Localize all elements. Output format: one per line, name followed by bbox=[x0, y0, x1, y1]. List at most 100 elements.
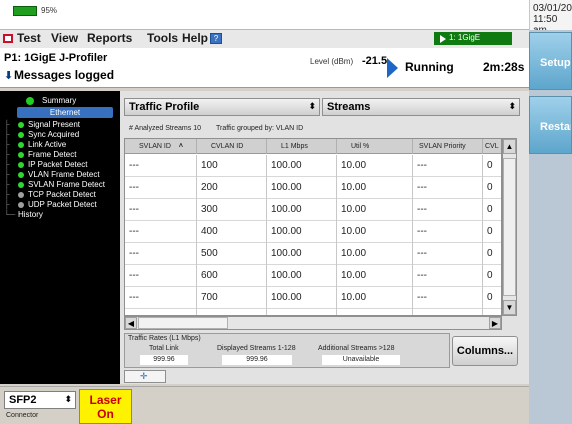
table-cell: --- bbox=[413, 265, 483, 287]
sidebar-item-label: IP Packet Detect bbox=[28, 160, 88, 169]
column-header[interactable]: SVLAN Priority bbox=[413, 139, 483, 154]
table-header: SVLAN ID ˄ CVLAN ID L1 Mbps Util % SVLAN … bbox=[125, 139, 501, 154]
table-cell: 10.00 bbox=[337, 155, 413, 177]
total-link-label: Total Link bbox=[149, 345, 179, 352]
table-cell: 0 bbox=[487, 270, 493, 281]
sidebar-item-label: Signal Present bbox=[28, 120, 81, 129]
table-cell: 0 bbox=[487, 292, 493, 303]
traffic-profile-select[interactable]: Traffic Profile ⬍ bbox=[124, 98, 320, 116]
sidebar-item-sync-acquired[interactable]: ├ Sync Acquired bbox=[4, 130, 79, 140]
horizontal-scroll-thumb[interactable] bbox=[138, 317, 228, 329]
streams-select[interactable]: Streams ⬍ bbox=[322, 98, 520, 116]
table-cell: --- bbox=[125, 287, 197, 309]
table-cell: 10.00 bbox=[337, 287, 413, 309]
scroll-right-icon[interactable]: ▶ bbox=[489, 317, 501, 329]
column-header[interactable]: Util % bbox=[337, 139, 413, 154]
displayed-streams-value: 999.96 bbox=[222, 355, 292, 365]
table-cell: 10.00 bbox=[337, 221, 413, 243]
table-cell: --- bbox=[125, 221, 197, 243]
sidebar-item-summary[interactable]: Summary bbox=[42, 96, 76, 105]
status-led-icon bbox=[18, 131, 24, 138]
menu-test[interactable]: Test bbox=[17, 31, 41, 45]
status-led-icon bbox=[18, 191, 24, 198]
table-row[interactable]: --- 100 100.00 10.00 --- 0 bbox=[125, 155, 501, 177]
sidebar-item-link-active[interactable]: ├ Link Active bbox=[4, 140, 66, 150]
laser-label: Laser bbox=[89, 393, 122, 407]
tree-branch-icon: ├ bbox=[4, 140, 10, 149]
status-led-icon bbox=[18, 141, 24, 148]
sidebar-item-signal-present[interactable]: ├ Signal Present bbox=[4, 120, 80, 130]
table-cell: --- bbox=[125, 309, 197, 315]
select-value: SFP2 bbox=[9, 394, 37, 406]
sidebar-item-label: VLAN Frame Detect bbox=[28, 170, 100, 179]
table-cell: 0 bbox=[487, 160, 493, 171]
table-cell: 100.00 bbox=[267, 177, 337, 199]
table-cell: 10.00 bbox=[337, 265, 413, 287]
table-cell: 400 bbox=[197, 221, 267, 243]
table-cell: 100.00 bbox=[267, 309, 337, 315]
table-cell: 100.00 bbox=[267, 287, 337, 309]
table-row[interactable]: --- 700 100.00 10.00 --- 0 bbox=[125, 287, 501, 309]
help-book-icon[interactable]: ? bbox=[210, 33, 222, 44]
laser-toggle-button[interactable]: Laser On bbox=[79, 389, 132, 424]
table-row[interactable]: --- 400 100.00 10.00 --- 0 bbox=[125, 221, 501, 243]
column-header-label: SVLAN ID bbox=[139, 143, 171, 150]
restart-button[interactable]: Restart bbox=[529, 96, 572, 154]
table-cell: 0 bbox=[487, 182, 493, 193]
messages-logged[interactable]: Messages logged bbox=[14, 68, 114, 82]
table-cell: 500 bbox=[197, 243, 267, 265]
date-label: 03/01/2010 bbox=[533, 3, 572, 14]
table-cell: 100.00 bbox=[267, 199, 337, 221]
play-icon bbox=[440, 35, 446, 43]
scroll-left-icon[interactable]: ◀ bbox=[125, 317, 137, 329]
column-header[interactable]: L1 Mbps bbox=[267, 139, 337, 154]
table-row[interactable]: --- 200 100.00 10.00 --- 0 bbox=[125, 177, 501, 199]
column-header[interactable]: SVLAN ID ˄ bbox=[125, 139, 197, 154]
table-row[interactable]: ---800100.0010.00---0 bbox=[125, 309, 501, 315]
sidebar-item-ethernet[interactable]: Ethernet bbox=[17, 107, 113, 118]
table-cell: --- bbox=[125, 155, 197, 177]
sidebar-item-vlan-frame-detect[interactable]: ├ VLAN Frame Detect bbox=[4, 170, 100, 180]
table-cell: --- bbox=[413, 243, 483, 265]
columns-button[interactable]: Columns... bbox=[452, 336, 518, 366]
setup-button[interactable]: Setup bbox=[529, 32, 572, 90]
menu-help[interactable]: Help bbox=[182, 31, 208, 45]
tree-branch-icon: ├ bbox=[4, 180, 10, 189]
menu-tools[interactable]: Tools bbox=[147, 31, 178, 45]
total-link-value: 999.96 bbox=[140, 355, 188, 365]
download-arrow-icon[interactable]: ⬇ bbox=[4, 69, 13, 82]
table-row[interactable]: --- 300 100.00 10.00 --- 0 bbox=[125, 199, 501, 221]
column-header[interactable]: CVL bbox=[483, 139, 501, 154]
sidebar-item-udp-packet-detect[interactable]: ├ UDP Packet Detect bbox=[4, 200, 97, 210]
sidebar-item-label: UDP Packet Detect bbox=[28, 200, 97, 209]
connector-select[interactable]: SFP2 ⬍ bbox=[4, 391, 76, 409]
table-cell: 700 bbox=[197, 287, 267, 309]
table-cell: 10.00 bbox=[337, 177, 413, 199]
tree-branch-icon: └─ bbox=[4, 210, 16, 219]
table-cell: --- bbox=[413, 199, 483, 221]
table-cell: 200 bbox=[197, 177, 267, 199]
menu-reports[interactable]: Reports bbox=[87, 31, 132, 45]
status-led-icon bbox=[18, 151, 24, 158]
sidebar-item-frame-detect[interactable]: ├ Frame Detect bbox=[4, 150, 76, 160]
column-header[interactable]: CVLAN ID bbox=[197, 139, 267, 154]
battery-percent: 95% bbox=[41, 6, 58, 15]
menu-view[interactable]: View bbox=[51, 31, 78, 45]
sidebar-item-history[interactable]: └─ History bbox=[4, 210, 43, 220]
table-cell: --- bbox=[125, 199, 197, 221]
elapsed-time: 2m:28s bbox=[483, 60, 525, 74]
scroll-down-icon[interactable]: ▼ bbox=[503, 300, 516, 315]
additional-streams-label: Additional Streams >128 bbox=[318, 345, 395, 352]
table-cell: --- bbox=[413, 221, 483, 243]
table-row[interactable]: --- 500 100.00 10.00 --- 0 bbox=[125, 243, 501, 265]
tree-branch-icon: ├ bbox=[4, 130, 10, 139]
scroll-up-icon[interactable]: ▲ bbox=[503, 139, 516, 154]
sidebar-item-ip-packet-detect[interactable]: ├ IP Packet Detect bbox=[4, 160, 87, 170]
vertical-scroll-thumb[interactable] bbox=[503, 158, 516, 296]
sidebar-item-tcp-packet-detect[interactable]: ├ TCP Packet Detect bbox=[4, 190, 96, 200]
tree-branch-icon: ├ bbox=[4, 160, 10, 169]
tree-branch-icon: ├ bbox=[4, 190, 10, 199]
table-row[interactable]: --- 600 100.00 10.00 --- 0 bbox=[125, 265, 501, 287]
displayed-streams-label: Displayed Streams 1-128 bbox=[217, 345, 296, 352]
sidebar-item-svlan-frame-detect[interactable]: ├ SVLAN Frame Detect bbox=[4, 180, 105, 190]
